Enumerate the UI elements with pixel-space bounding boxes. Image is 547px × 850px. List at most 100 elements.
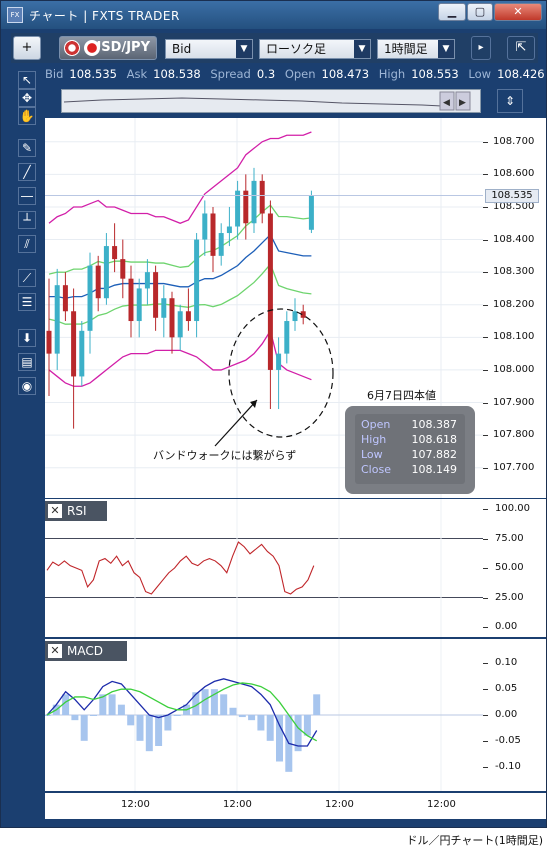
time-tick-label: 12:00 [427, 799, 456, 810]
candle-body [194, 239, 200, 322]
close-icon[interactable]: ✕ [48, 644, 62, 658]
navigator-scrollbar[interactable]: ◀ ▶ [61, 89, 481, 113]
candle-body [95, 265, 101, 299]
macd-tick-label: -0.05 [495, 734, 521, 746]
open-label: Open [284, 67, 316, 81]
window-title: チャート | FXTS TRADER [29, 9, 180, 23]
annotation-arrow [214, 399, 258, 447]
candle-body [169, 298, 175, 338]
candle-body [210, 213, 216, 256]
price-axis: 108.700 108.600 108.500 108.400 108.300 108.2… [483, 118, 546, 498]
list-icon[interactable]: ▤ [18, 353, 36, 371]
macd-tick-label: -0.10 [495, 760, 521, 772]
candle-body [54, 285, 60, 354]
macd-histogram-bar [127, 715, 135, 726]
ohlc-value: 107.882 [411, 448, 458, 461]
macd-histogram-bar [71, 715, 79, 721]
chart-toolbar: + USD/JPY Bid ▼ ローソク足 ▼ 1時間足 ▼ ▸ ⇱ [11, 33, 538, 63]
drawing-tools-sidebar: ↖ ✥ ✋ ✎ ╱ ― ┴ ⫽ ⟋ ☰ ⬇ ▤ ◉ [11, 67, 43, 397]
close-button[interactable]: ✕ [494, 3, 542, 21]
us-flag-icon [64, 40, 80, 56]
time-tick-label: 12:00 [325, 799, 354, 810]
vertical-line-icon[interactable]: ┴ [18, 211, 36, 229]
rsi-tick-label: 100.00 [495, 503, 530, 514]
symbol-button[interactable]: USD/JPY [59, 36, 157, 60]
detach-arrow-icon[interactable]: ⇱ [507, 36, 535, 60]
macd-histogram-bar [257, 715, 265, 731]
ohlc-key: Low [361, 448, 383, 461]
pencil-icon[interactable]: ✎ [18, 139, 36, 157]
add-chart-button[interactable]: + [13, 36, 41, 60]
trendline-icon[interactable]: ╱ [18, 163, 36, 181]
svg-text:▶: ▶ [459, 98, 466, 108]
candle-body [185, 311, 191, 322]
maximize-button[interactable]: ▢ [467, 3, 493, 21]
hand-icon[interactable]: ✋ [18, 107, 36, 125]
download-icon[interactable]: ⬇ [18, 329, 36, 347]
macd-histogram-bar [266, 715, 274, 741]
price-tick-label: 107.900 [493, 396, 535, 408]
chevron-down-icon: ▼ [438, 40, 454, 58]
toolbar-more-button[interactable]: ▸ [471, 36, 491, 60]
macd-histogram-bar [276, 715, 283, 762]
ohlc-key: Close [361, 463, 391, 476]
candle-body [46, 330, 52, 354]
current-price-label: 108.535 [485, 188, 539, 203]
macd-histogram-bar [248, 715, 256, 721]
chart-type-select[interactable]: ローソク足 ▼ [259, 39, 371, 59]
fibonacci-icon[interactable]: ☰ [18, 293, 36, 311]
high-label: High [378, 67, 406, 81]
candle-body [259, 180, 265, 214]
rsi-tick-mark [483, 509, 488, 510]
autoscale-icon[interactable]: ⇕ [497, 89, 523, 113]
fan-icon[interactable]: ⟋ [18, 269, 36, 287]
minimize-button[interactable]: ▁ [438, 3, 466, 21]
rsi-tick-mark [483, 627, 488, 628]
highlight-ellipse [228, 308, 334, 438]
candle-body [144, 272, 150, 289]
ohlc-row: Open 108.387 [361, 418, 465, 433]
price-tick-mark [483, 467, 488, 469]
horizontal-line-icon[interactable]: ― [18, 187, 36, 205]
app-icon: FX [7, 7, 23, 23]
low-label: Low [468, 67, 492, 81]
price-tick-mark [483, 402, 488, 404]
ask-label: Ask [126, 67, 148, 81]
candle-body [284, 321, 290, 354]
channel-icon[interactable]: ⫽ [18, 235, 36, 253]
bollinger-upper-line [48, 131, 312, 224]
price-tick-mark [483, 435, 488, 437]
figure-caption: ドル／円チャート(1時間足) [406, 834, 543, 847]
ohlc-value: 108.618 [411, 433, 458, 446]
price-tick-label: 107.700 [493, 461, 535, 473]
macd-histogram-bar [173, 715, 181, 716]
macd-tick-mark [483, 663, 488, 665]
price-tick-label: 108.500 [493, 200, 535, 212]
candle-body [153, 272, 159, 318]
crosshair-pointer-icon[interactable]: ✥ [18, 89, 36, 107]
rsi-tick-label: 0.00 [495, 621, 518, 632]
macd-label: MACD [67, 644, 103, 658]
price-tick-mark [483, 174, 488, 176]
title-bar: FX チャート | FXTS TRADER ▁ ▢ ✕ [1, 1, 546, 29]
ohlc-key: High [361, 433, 387, 446]
candle-body [161, 298, 167, 318]
time-tick-label: 12:00 [223, 799, 252, 810]
price-tick-mark [483, 239, 488, 241]
price-tick-label: 108.400 [493, 233, 535, 245]
close-icon[interactable]: ✕ [48, 504, 62, 518]
macd-panel[interactable]: ✕ MACD [43, 639, 483, 791]
macd-histogram-bar [201, 689, 209, 715]
rsi-tick-mark [483, 597, 488, 599]
price-tick-mark [483, 206, 488, 208]
rsi-tick-mark [483, 568, 488, 569]
candle-body [62, 285, 68, 312]
price-type-select[interactable]: Bid ▼ [165, 39, 253, 59]
timeframe-select[interactable]: 1時間足 ▼ [377, 39, 455, 59]
price-tick-label: 107.800 [493, 429, 535, 441]
camera-icon[interactable]: ◉ [18, 377, 36, 395]
pointer-icon[interactable]: ↖ [18, 71, 36, 89]
macd-histogram-bar [80, 715, 88, 741]
rsi-panel[interactable]: ✕ RSI [45, 499, 483, 637]
macd-histogram-bar [145, 715, 153, 752]
